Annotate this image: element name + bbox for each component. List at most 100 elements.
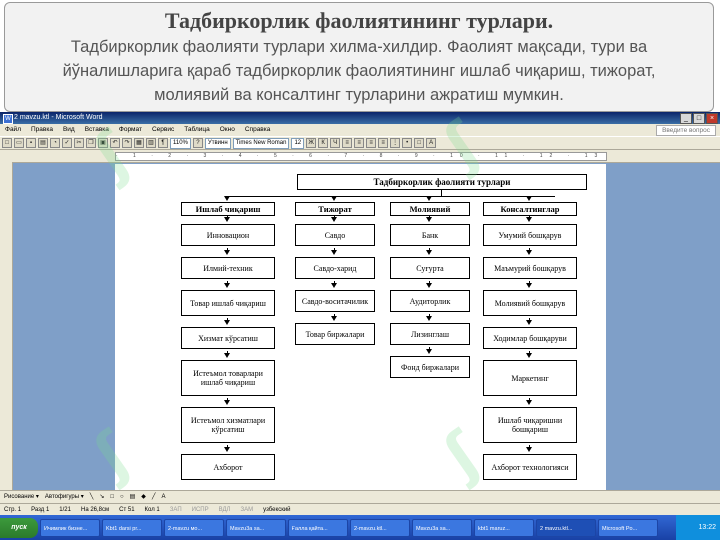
line-tool-icon[interactable]: ╲ — [90, 491, 94, 503]
close-button[interactable]: × — [706, 113, 718, 124]
numbering-icon[interactable]: ⋮ — [390, 138, 401, 148]
font-color-icon[interactable]: A — [426, 138, 437, 148]
menu-table[interactable]: Таблица — [179, 124, 215, 136]
connector — [529, 351, 530, 354]
oval-tool-icon[interactable]: ○ — [120, 491, 124, 503]
taskbar-item[interactable]: kbt1 maruz... — [474, 518, 534, 537]
menu-view[interactable]: Вид — [58, 124, 80, 136]
taskbar-item[interactable]: Ғалла қайта... — [288, 518, 348, 537]
spelling-icon[interactable]: ✓ — [62, 138, 72, 148]
connector — [227, 196, 555, 197]
new-document-icon[interactable]: □ — [2, 138, 12, 148]
align-right-icon[interactable]: ≡ — [366, 138, 377, 148]
slide-title: Тадбиркорлик фаолиятининг турлари. — [164, 8, 554, 33]
diagram-box: Банк — [390, 224, 470, 246]
arrow-tool-icon[interactable]: ↘ — [99, 491, 104, 503]
diagram-column-header: Ишлаб чиқариш — [181, 202, 275, 216]
redo-icon[interactable]: ↷ — [122, 138, 132, 148]
menu-help[interactable]: Справка — [240, 124, 276, 136]
word-app-icon: W — [3, 114, 13, 124]
vertical-ruler[interactable] — [0, 162, 13, 490]
connector — [227, 445, 228, 448]
window-title: 2 mavzu.ktl - Microsoft Word — [14, 114, 103, 121]
zoom-select[interactable]: 110% — [170, 137, 191, 149]
underline-icon[interactable]: Ч — [330, 138, 341, 148]
autoshapes-menu[interactable]: Автофигуры ▾ — [45, 491, 84, 503]
border-icon[interactable]: □ — [414, 138, 425, 148]
arrow-icon — [331, 196, 337, 201]
align-left-icon[interactable]: ≡ — [342, 138, 353, 148]
save-icon[interactable]: ▪ — [26, 138, 36, 148]
drawing-toolbar: Рисование ▾ Автофигуры ▾ ╲ ↘ □ ○ ▤ ◆ ╱ A — [0, 490, 720, 503]
menu-window[interactable]: Окно — [215, 124, 240, 136]
paragraph-marks-icon[interactable]: ¶ — [158, 138, 168, 148]
preview-icon[interactable]: ◔ — [50, 138, 60, 148]
connector — [227, 281, 228, 284]
columns-icon[interactable]: ▥ — [146, 138, 156, 148]
diagram-column-header: Молиявий — [390, 202, 470, 216]
maximize-button[interactable]: □ — [693, 113, 705, 124]
diagram-box: Истеъмол товарлари ишлаб чиқариш — [181, 360, 275, 396]
taskbar-item[interactable]: 2-mavzu.ktl... — [350, 518, 410, 537]
connector — [429, 215, 430, 218]
window-titlebar[interactable]: W 2 mavzu.ktl - Microsoft Word _ □ × — [0, 112, 720, 124]
menu-insert[interactable]: Вставка — [80, 124, 114, 136]
help-question-input[interactable]: Введите вопрос — [656, 125, 716, 136]
diagram-box: Умумий бошқарув — [483, 224, 577, 246]
textbox-tool-icon[interactable]: ▤ — [130, 491, 136, 503]
status-trk[interactable]: ИСПР — [192, 504, 209, 515]
status-ext[interactable]: ВДЛ — [219, 504, 231, 515]
connector — [227, 398, 228, 401]
document-page[interactable]: Тадбиркорлик фаолияти турлари Ишлаб чиқа… — [115, 164, 606, 490]
undo-icon[interactable]: ↶ — [110, 138, 120, 148]
start-button[interactable]: пуск — [0, 517, 38, 538]
diagram-column-header: Консалтинглар — [483, 202, 577, 216]
status-rec[interactable]: ЗАП — [170, 504, 182, 515]
horizontal-ruler[interactable]: · 1 · 2 · 3 · 4 · 5 · 6 · 7 · 8 · 9 · 10… — [0, 150, 720, 163]
font-color-draw-icon[interactable]: A — [162, 491, 166, 503]
open-icon[interactable]: ▭ — [14, 138, 24, 148]
align-center-icon[interactable]: ≡ — [354, 138, 365, 148]
taskbar-item[interactable]: Ичимлик бизне... — [40, 518, 100, 537]
fill-color-icon[interactable]: ◆ — [141, 491, 146, 503]
arrow-icon — [526, 196, 532, 201]
taskbar-item[interactable]: Mavzu3a sa... — [412, 518, 472, 537]
diagram-box: Савдо-воситачилик — [295, 290, 375, 312]
taskbar-item[interactable]: Mavzu3a sa... — [226, 518, 286, 537]
bullets-icon[interactable]: • — [402, 138, 413, 148]
line-color-icon[interactable]: ╱ — [152, 491, 156, 503]
menu-tools[interactable]: Сервис — [147, 124, 179, 136]
menu-file[interactable]: Файл — [0, 124, 26, 136]
bold-icon[interactable]: Ж — [306, 138, 317, 148]
connector — [227, 215, 228, 218]
connector — [227, 248, 228, 251]
print-icon[interactable]: ▤ — [38, 138, 48, 148]
system-clock: 13:22 — [676, 515, 720, 540]
font-size-select[interactable]: 12 — [291, 137, 305, 149]
draw-menu[interactable]: Рисование ▾ — [4, 491, 39, 503]
table-icon[interactable]: ▦ — [134, 138, 144, 148]
justify-icon[interactable]: ≡ — [378, 138, 389, 148]
help-icon[interactable]: ? — [192, 138, 203, 148]
taskbar-item[interactable]: 2-mavzu мо... — [164, 518, 224, 537]
status-page: Стр. 1 — [4, 507, 22, 513]
taskbar-item[interactable]: Microsoft Po... — [598, 518, 658, 537]
minimize-button[interactable]: _ — [680, 113, 692, 124]
style-select[interactable]: Утвинн — [204, 137, 231, 149]
menu-format[interactable]: Формат — [114, 124, 147, 136]
status-ovr[interactable]: ЗАМ — [240, 504, 253, 515]
taskbar-item[interactable]: Kbt1 darsi pr... — [102, 518, 162, 537]
status-line: Ст 51 — [119, 507, 135, 513]
menu-edit[interactable]: Правка — [26, 124, 58, 136]
taskbar-item[interactable]: 2 mavzu.ktl... — [536, 518, 596, 537]
paste-icon[interactable]: ▣ — [98, 138, 108, 148]
arrow-icon — [426, 196, 432, 201]
rectangle-tool-icon[interactable]: □ — [110, 491, 114, 503]
italic-icon[interactable]: К — [318, 138, 329, 148]
cut-icon[interactable]: ✂ — [74, 138, 84, 148]
diagram-box: Ишлаб чиқаришни бошқариш — [483, 407, 577, 443]
copy-icon[interactable]: ❐ — [86, 138, 96, 148]
font-select[interactable]: Times New Roman — [232, 137, 290, 149]
diagram-box: Хизмат кўрсатиш — [181, 327, 275, 349]
connector — [429, 281, 430, 284]
